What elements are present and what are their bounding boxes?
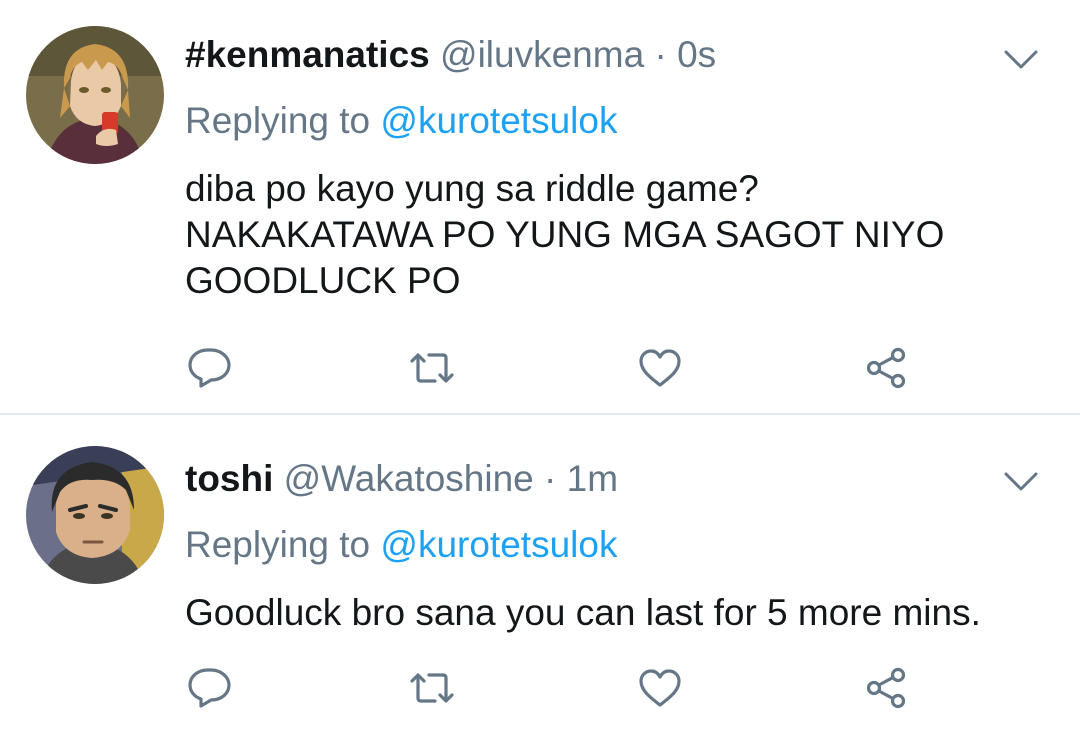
display-name[interactable]: #kenmanatics <box>185 34 430 75</box>
reply-button[interactable] <box>185 344 235 392</box>
tweet-header: toshi @Wakatoshine · 1m <box>185 454 1050 504</box>
tweet-actions <box>185 344 925 392</box>
tweet[interactable]: toshi @Wakatoshine · 1m Replying to @kur… <box>0 414 1080 740</box>
replying-to-label: Replying to <box>185 524 381 565</box>
separator-dot: · <box>544 458 557 499</box>
retweet-icon <box>410 673 454 703</box>
retweet-button[interactable] <box>407 344 457 392</box>
like-button[interactable] <box>635 664 685 712</box>
user-avatar[interactable] <box>26 26 164 164</box>
like-button[interactable] <box>635 344 685 392</box>
share-button[interactable] <box>861 664 911 712</box>
user-handle[interactable]: @Wakatoshine <box>284 458 534 499</box>
replying-to-handle[interactable]: @kurotetsulok <box>380 100 617 141</box>
tweet-text-line: GOODLUCK PO <box>185 260 461 301</box>
replying-to-handle[interactable]: @kurotetsulok <box>380 524 617 565</box>
timestamp[interactable]: 1m <box>567 458 618 499</box>
chevron-down-icon[interactable] <box>1002 470 1040 494</box>
timeline: #kenmanatics @iluvkenma · 0s Replying to… <box>0 0 1080 740</box>
tweet-actions <box>185 664 925 712</box>
share-button[interactable] <box>861 344 911 392</box>
tweet-content: #kenmanatics @iluvkenma · 0s Replying to… <box>185 30 1050 304</box>
share-icon <box>866 347 906 389</box>
replying-to: Replying to @kurotetsulok <box>185 520 1050 570</box>
retweet-icon <box>410 353 454 383</box>
kenma-avatar-image <box>26 26 164 164</box>
display-name[interactable]: toshi <box>185 458 273 499</box>
tweet-header: #kenmanatics @iluvkenma · 0s <box>185 30 1050 80</box>
share-icon <box>866 667 906 709</box>
replying-to-label: Replying to <box>185 100 381 141</box>
user-avatar[interactable] <box>26 446 164 584</box>
replying-to: Replying to @kurotetsulok <box>185 96 1050 146</box>
chevron-down-icon[interactable] <box>1002 48 1040 72</box>
tweet-text: diba po kayo yung sa riddle game? NAKAKA… <box>185 166 1050 304</box>
tweet-text: Goodluck bro sana you can last for 5 mor… <box>185 590 1050 636</box>
separator-dot: · <box>654 34 667 75</box>
tweet[interactable]: #kenmanatics @iluvkenma · 0s Replying to… <box>0 0 1080 414</box>
heart-icon <box>639 669 681 707</box>
wakatoshi-avatar-image <box>26 446 164 584</box>
tweet-text-line: NAKAKATAWA PO YUNG MGA SAGOT NIYO <box>185 214 945 255</box>
tweet-text-line: diba po kayo yung sa riddle game? <box>185 168 759 209</box>
heart-icon <box>639 349 681 387</box>
user-handle[interactable]: @iluvkenma <box>440 34 644 75</box>
reply-icon <box>188 668 231 708</box>
reply-icon <box>188 348 231 388</box>
tweet-content: toshi @Wakatoshine · 1m Replying to @kur… <box>185 454 1050 636</box>
tweet-text-line: Goodluck bro sana you can last for 5 mor… <box>185 592 981 633</box>
reply-button[interactable] <box>185 664 235 712</box>
timestamp[interactable]: 0s <box>677 34 716 75</box>
retweet-button[interactable] <box>407 664 457 712</box>
